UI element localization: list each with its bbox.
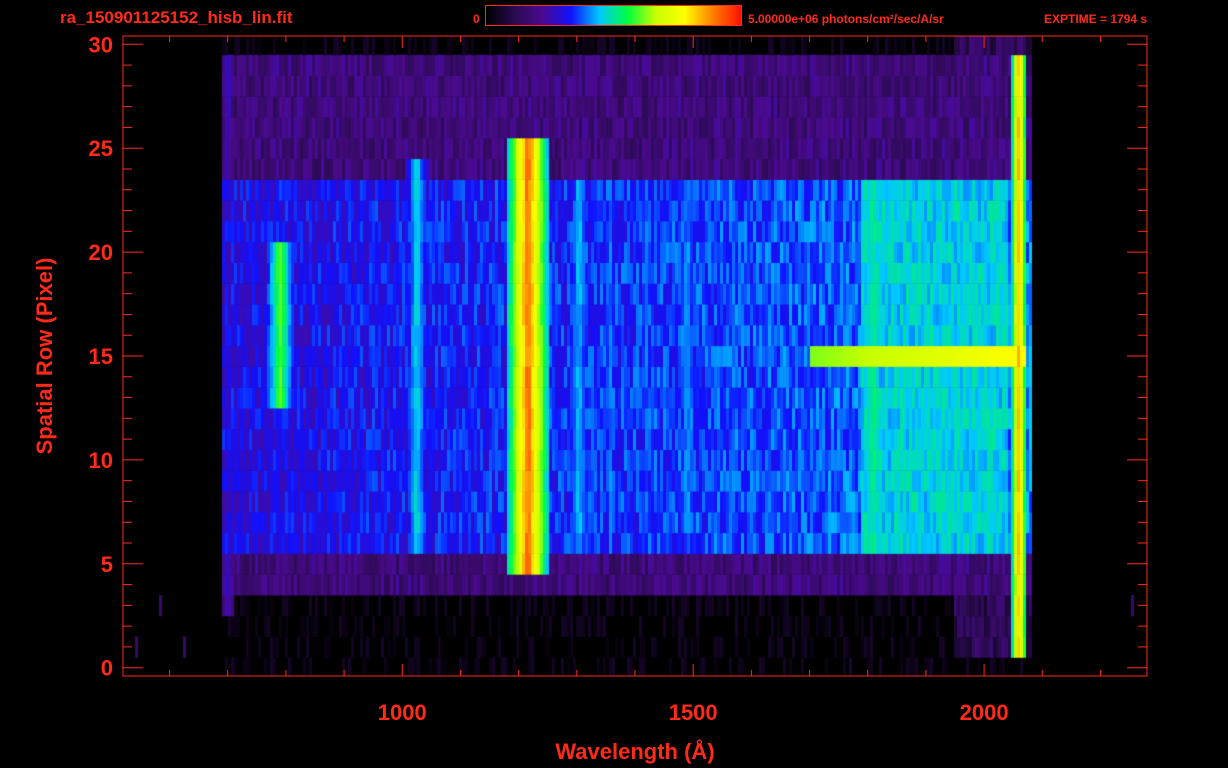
x-tick-label: 1500 [669,700,718,725]
y-tick-label: 10 [89,448,113,473]
x-tick-label: 2000 [960,700,1009,725]
spectrum-chart: 1000 1500 2000051015202530 Wavelength (Å) … [32,32,1148,764]
x-tick-label: 1000 [378,700,427,725]
heatmap-image [123,36,1147,676]
y-axis-label: Spatial Row (Pixel) [32,258,57,455]
y-tick-label: 0 [101,656,113,681]
x-axis-label: Wavelength (Å) [555,738,714,764]
y-tick-label: 20 [89,240,113,265]
y-tick-label: 30 [89,32,113,57]
y-tick-label: 5 [101,552,113,577]
y-tick-label: 25 [89,136,113,161]
y-tick-label: 15 [89,344,113,369]
heatmap-pixels [123,36,1147,676]
